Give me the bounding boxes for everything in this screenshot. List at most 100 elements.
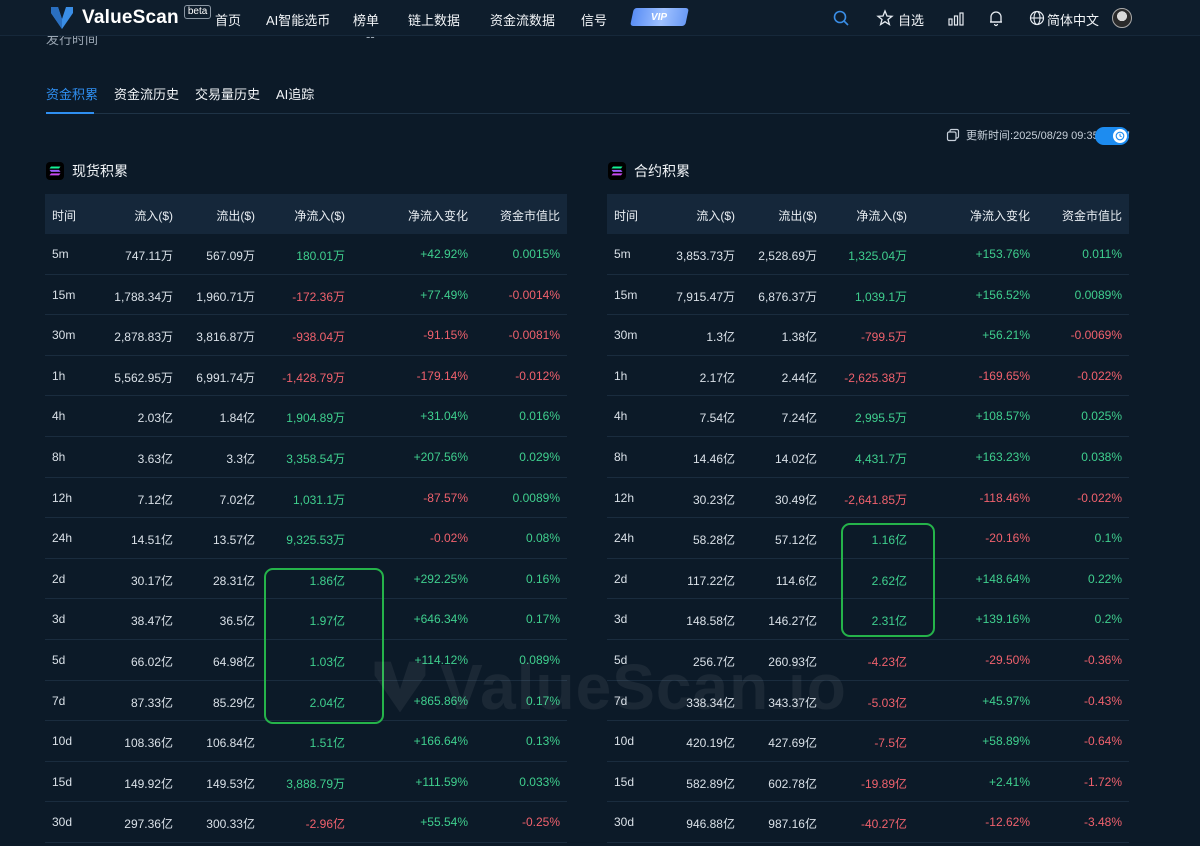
table-row: 5d 256.7亿 260.93亿 -4.23亿 -29.50% -0.36% — [607, 640, 1129, 681]
table-cell: 85.29亿 — [212, 695, 255, 710]
table-cell: -118.46% — [979, 490, 1030, 505]
time-period-cell: 24h — [614, 531, 635, 546]
tab-fund-accumulation[interactable]: 资金积累 — [46, 84, 98, 103]
table-cell: +55.54% — [420, 815, 468, 830]
time-period-cell: 30d — [52, 815, 73, 830]
table-cell: +2.41% — [988, 774, 1030, 789]
table-cell: 260.93亿 — [768, 654, 817, 669]
brand-logo[interactable]: ValueScan beta — [49, 5, 212, 31]
copy-icon[interactable] — [946, 128, 960, 142]
table-cell: -0.0069% — [1070, 328, 1122, 343]
column-header[interactable]: 净流入($) — [294, 207, 345, 224]
spot-accumulation-title: 现货积累 — [46, 161, 128, 181]
table-cell: -91.15% — [423, 328, 468, 343]
table-row: 30m 1.3亿 1.38亿 -799.5万 +56.21% -0.0069% — [607, 315, 1129, 356]
nav-item-ai-picks[interactable]: AI智能选币 — [266, 10, 330, 29]
table-cell: +292.25% — [413, 571, 468, 586]
table-cell: -0.022% — [1077, 368, 1122, 383]
table-row: 5m 3,853.73万 2,528.69万 1,325.04万 +153.76% 0.0… — [607, 234, 1129, 275]
time-period-cell: 12h — [52, 490, 73, 505]
table-cell: 7,915.47万 — [676, 289, 735, 304]
table-cell: 0.2% — [1094, 612, 1122, 627]
table-cell: 114.6亿 — [775, 573, 817, 588]
table-cell: -5.03亿 — [867, 695, 907, 710]
search-icon[interactable] — [832, 9, 850, 27]
vip-badge[interactable]: VIP — [630, 8, 689, 26]
clock-icon — [1115, 131, 1125, 141]
star-icon[interactable] — [876, 9, 894, 27]
table-cell: 1,960.71万 — [196, 289, 255, 304]
time-period-cell: 15d — [614, 774, 635, 789]
table-cell: 14.51亿 — [130, 533, 173, 548]
column-header[interactable]: 流出($) — [778, 207, 817, 224]
column-header[interactable]: 净流入($) — [856, 207, 907, 224]
time-period-cell: 8h — [52, 449, 66, 464]
table-cell: 2,995.5万 — [854, 411, 907, 426]
time-period-cell: 5m — [614, 247, 631, 261]
column-header[interactable]: 流入($) — [696, 207, 735, 224]
table-cell: 1,325.04万 — [848, 249, 907, 263]
column-header[interactable]: 流出($) — [216, 207, 255, 224]
table-cell: -87.57% — [423, 490, 468, 505]
chart-icon[interactable] — [947, 9, 965, 27]
table-cell: 30.17亿 — [130, 573, 173, 588]
solana-icon — [46, 162, 64, 180]
table-row: 10d 420.19亿 427.69亿 -7.5亿 +58.89% -0.64% — [607, 721, 1129, 762]
table-cell: 1.51亿 — [309, 736, 345, 751]
table-row: 8h 14.46亿 14.02亿 4,431.7万 +163.23% 0.038% — [607, 437, 1129, 478]
table-cell: 66.02亿 — [130, 654, 173, 669]
beta-badge: beta — [183, 5, 212, 19]
table-cell: -2,641.85万 — [844, 492, 907, 507]
bell-icon[interactable] — [987, 9, 1005, 27]
user-avatar[interactable] — [1112, 8, 1132, 28]
watchlist-link[interactable]: 自选 — [898, 10, 924, 29]
table-cell: 0.016% — [519, 409, 560, 424]
column-header[interactable]: 时间 — [52, 207, 76, 224]
column-header[interactable]: 资金市值比 — [500, 207, 560, 224]
table-cell: 602.78亿 — [768, 776, 817, 791]
table-cell: +646.34% — [413, 612, 468, 627]
table-row: 10d 108.36亿 106.84亿 1.51亿 +166.64% 0.13% — [45, 721, 567, 762]
table-cell: 28.31亿 — [212, 573, 255, 588]
table-cell: -0.022% — [1077, 490, 1122, 505]
column-header[interactable]: 时间 — [614, 207, 638, 224]
table-cell: 1,031.1万 — [292, 492, 345, 507]
table-cell: 106.84亿 — [206, 736, 255, 751]
tab-ai-tracking[interactable]: AI追踪 — [276, 84, 314, 103]
table-row: 30d 297.36亿 300.33亿 -2.96亿 +55.54% -0.25% — [45, 802, 567, 843]
nav-item-onchain-data[interactable]: 链上数据 — [408, 10, 460, 29]
time-period-cell: 4h — [52, 409, 66, 424]
column-header[interactable]: 净流入变化 — [408, 207, 468, 224]
table-cell: 38.47亿 — [130, 614, 173, 629]
time-period-cell: 2d — [52, 571, 66, 586]
table-cell: -4.23亿 — [867, 654, 907, 669]
table-row: 4h 2.03亿 1.84亿 1,904.89万 +31.04% 0.016% — [45, 396, 567, 437]
tab-volume-history[interactable]: 交易量历史 — [195, 84, 260, 103]
auto-refresh-toggle[interactable] — [1095, 127, 1129, 145]
tab-fund-flow-history[interactable]: 资金流历史 — [114, 84, 179, 103]
table-cell: 117.22亿 — [687, 573, 735, 588]
nav-item-fund-flow-data[interactable]: 资金流数据 — [490, 10, 555, 29]
table-cell: 3,816.87万 — [196, 330, 255, 345]
table-cell: -0.0081% — [508, 328, 560, 343]
table-cell: 36.5亿 — [219, 614, 255, 629]
table-row: 15d 149.92亿 149.53亿 3,888.79万 +111.59% 0.033% — [45, 762, 567, 803]
nav-item-signals[interactable]: 信号 — [581, 10, 607, 29]
time-period-cell: 5d — [614, 652, 628, 667]
language-selector[interactable]: 简体中文 — [1047, 10, 1099, 29]
table-cell: +108.57% — [975, 409, 1030, 424]
table-row: 15m 7,915.47万 6,876.37万 1,039.1万 +156.52% 0.0… — [607, 275, 1129, 316]
nav-item-home[interactable]: 首页 — [215, 10, 241, 29]
table-cell: -0.0014% — [508, 287, 560, 302]
column-header[interactable]: 净流入变化 — [970, 207, 1030, 224]
nav-item-rankings[interactable]: 榜单 — [353, 10, 379, 29]
globe-icon[interactable] — [1028, 9, 1046, 27]
column-header[interactable]: 流入($) — [134, 207, 173, 224]
table-cell: 1.38亿 — [781, 330, 817, 345]
column-header[interactable]: 资金市值比 — [1062, 207, 1122, 224]
table-cell: 148.58亿 — [686, 614, 735, 629]
table-cell: +77.49% — [420, 287, 468, 302]
table-cell: -0.64% — [1083, 734, 1122, 749]
table-cell: -19.89亿 — [860, 776, 907, 791]
spot-accumulation-table: 时间 流入($) 流出($) 净流入($) 净流入变化 资金市值比 5m 747.11万 567… — [45, 194, 567, 843]
